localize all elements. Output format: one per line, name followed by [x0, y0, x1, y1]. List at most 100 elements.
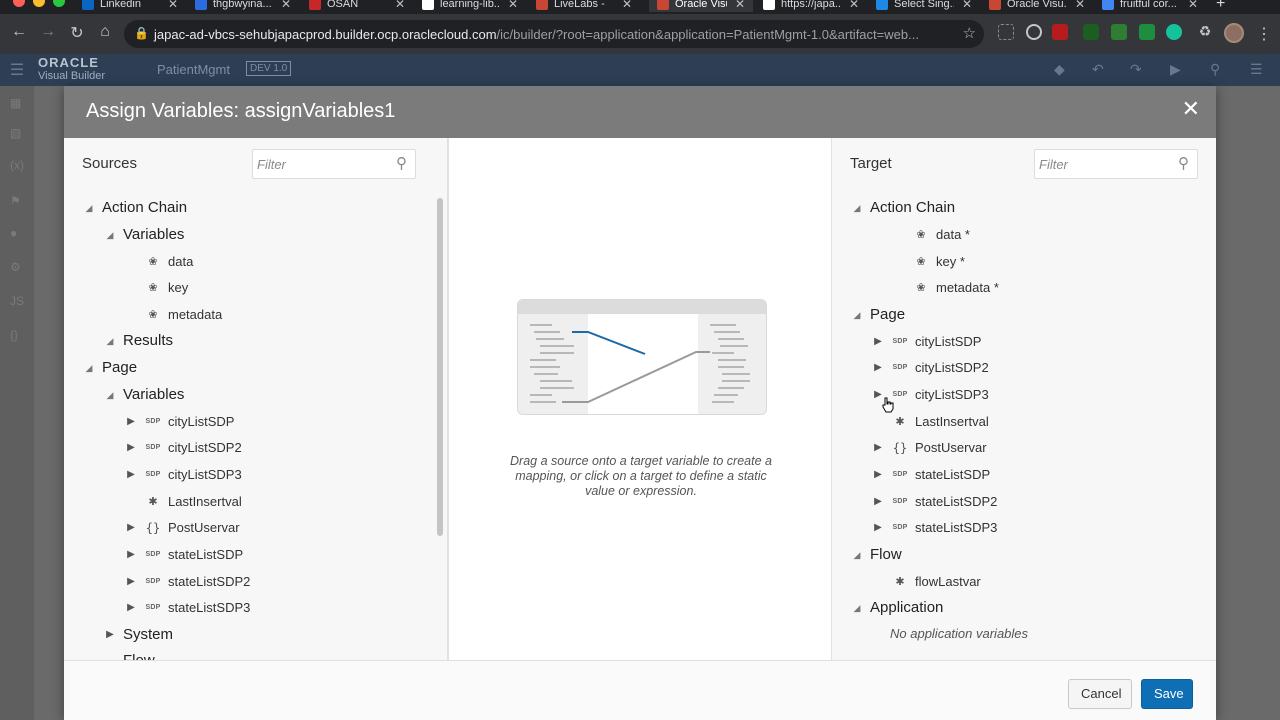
browser-tab[interactable]: https://japa... ✕ [763, 0, 859, 12]
target-filter[interactable]: ⚲ [1034, 149, 1198, 179]
sources-filter[interactable]: ⚲ [252, 149, 416, 179]
tree-item-page[interactable]: ◢ Page [850, 304, 906, 326]
zoom-window-icon[interactable] [53, 0, 65, 7]
search-icon[interactable]: ⚲ [396, 154, 407, 172]
tree-item-statelistsdp[interactable]: ▶ SDP stateListSDP [871, 464, 990, 486]
close-tab-icon[interactable]: ✕ [395, 0, 405, 11]
collapse-triangle-icon[interactable]: ◢ [82, 357, 96, 379]
tree-item-metadata[interactable]: ❀ metadata [124, 304, 222, 326]
minimize-window-icon[interactable] [33, 0, 45, 7]
browser-tab[interactable]: Oracle Visu... ✕ [649, 0, 753, 12]
deploy-icon[interactable]: ◆ [1054, 61, 1065, 78]
tree-item-application[interactable]: ◢ Application [850, 597, 944, 619]
close-icon[interactable]: ✕ [1182, 98, 1200, 120]
menu-icon[interactable]: ☰ [1250, 61, 1263, 78]
expand-triangle-icon[interactable]: ▶ [871, 517, 885, 539]
target-filter-input[interactable] [1039, 155, 1167, 173]
expand-triangle-icon[interactable]: ▶ [124, 464, 138, 486]
forward-icon[interactable]: → [37, 23, 59, 41]
components-icon[interactable]: ▧ [10, 126, 21, 140]
settings-icon[interactable]: ⚙ [10, 260, 21, 274]
close-tab-icon[interactable]: ✕ [1188, 0, 1198, 11]
tree-item-statelistsdp[interactable]: ▶ SDP stateListSDP [124, 544, 243, 566]
tree-item-postuservar[interactable]: ▶ {} PostUservar [871, 437, 986, 459]
home-icon[interactable]: ⌂ [94, 23, 116, 41]
close-tab-icon[interactable]: ✕ [962, 0, 972, 11]
tree-item-flow[interactable]: Flow [103, 650, 155, 660]
sources-scrollbar[interactable] [437, 198, 443, 536]
search-icon[interactable]: ⚲ [1210, 61, 1220, 78]
tree-item-citylistsdp2[interactable]: ▶ SDP cityListSDP2 [871, 357, 989, 379]
tree-item-statelistsdp2[interactable]: ▶ SDP stateListSDP2 [124, 571, 250, 593]
close-tab-icon[interactable]: ✕ [281, 0, 291, 11]
browser-menu-icon[interactable]: ⋮ [1256, 24, 1272, 44]
tree-item-page[interactable]: ◢ Page [82, 357, 138, 379]
browser-tab[interactable]: OSAN ✕ [309, 0, 405, 12]
run-icon[interactable]: ▶ [1170, 61, 1181, 78]
close-tab-icon[interactable]: ✕ [849, 0, 859, 11]
collapse-triangle-icon[interactable]: ◢ [850, 597, 864, 619]
tree-item-data[interactable]: ❀ data [124, 251, 193, 273]
tree-item-citylistsdp[interactable]: ▶ SDP cityListSDP [124, 411, 234, 433]
close-tab-icon[interactable]: ✕ [1075, 0, 1085, 11]
flag-icon[interactable]: ⚑ [10, 194, 21, 208]
back-icon[interactable]: ← [8, 23, 30, 41]
hamburger-menu-icon[interactable]: ☰ [6, 60, 28, 80]
browser-tab[interactable]: Oracle Visu... ✕ [989, 0, 1085, 12]
tree-item-flowlastvar[interactable]: ✱ flowLastvar [871, 571, 980, 593]
tree-item-statelistsdp2[interactable]: ▶ SDP stateListSDP2 [871, 491, 997, 513]
close-tab-icon[interactable]: ✕ [622, 0, 632, 11]
grammarly-icon[interactable] [1166, 24, 1182, 40]
expand-triangle-icon[interactable]: ▶ [871, 357, 885, 379]
expand-triangle-icon[interactable]: ▶ [871, 491, 885, 513]
tree-item-variables[interactable]: ◢ Variables [103, 224, 185, 246]
js-icon[interactable]: JS [10, 294, 24, 308]
tree-item-citylistsdp3[interactable]: ▶ SDP cityListSDP3 [124, 464, 242, 486]
json-icon[interactable]: {} [10, 328, 18, 342]
expand-triangle-icon[interactable]: ▶ [871, 331, 885, 353]
close-tab-icon[interactable]: ✕ [508, 0, 518, 11]
tree-item-flow[interactable]: ◢ Flow [850, 544, 902, 566]
collapse-triangle-icon[interactable]: ◢ [82, 197, 96, 219]
close-window-icon[interactable] [13, 0, 25, 7]
tree-item-statelistsdp3[interactable]: ▶ SDP stateListSDP3 [124, 597, 250, 619]
mendeley-extension-icon[interactable] [1052, 24, 1068, 40]
editor-extension-icon[interactable] [1111, 24, 1127, 40]
tree-item-citylistsdp2[interactable]: ▶ SDP cityListSDP2 [124, 437, 242, 459]
address-bar[interactable]: 🔒 japac-ad-vbcs-sehubjapacprod.builder.o… [124, 20, 984, 48]
browser-tab[interactable]: learning-lib... ✕ [422, 0, 518, 12]
expand-triangle-icon[interactable]: ▶ [871, 464, 885, 486]
close-tab-icon[interactable]: ✕ [735, 0, 745, 11]
expand-triangle-icon[interactable]: ▶ [124, 571, 138, 593]
expand-triangle-icon[interactable]: ▶ [124, 517, 138, 539]
collapse-triangle-icon[interactable]: ◢ [850, 544, 864, 566]
tree-item-postuservar[interactable]: ▶ {} PostUservar [124, 517, 239, 539]
collapse-triangle-icon[interactable]: ◢ [850, 197, 864, 219]
tree-item-results[interactable]: ◢ Results [103, 330, 174, 352]
extensions-puzzle-icon[interactable]: ♻ [1194, 23, 1216, 40]
tree-item-lastinsertval[interactable]: ✱ LastInsertval [871, 411, 988, 433]
browser-tab[interactable]: LiveLabs - ✕ [536, 0, 632, 12]
check-extension-icon[interactable] [1139, 24, 1155, 40]
tree-item-action-chain[interactable]: ◢ Action Chain [82, 197, 188, 219]
app-name[interactable]: PatientMgmt [157, 62, 230, 77]
tree-item-variables[interactable]: ◢ Variables [103, 384, 185, 406]
bookmark-star-icon[interactable]: ☆ [963, 24, 976, 42]
tree-item-system[interactable]: ▶ System [103, 624, 173, 646]
bell-icon[interactable]: ● [10, 226, 17, 240]
browser-tab[interactable]: Select Sing... ✕ [876, 0, 972, 12]
undo-icon[interactable]: ↶ [1092, 61, 1104, 78]
tree-item-statelistsdp3[interactable]: ▶ SDP stateListSDP3 [871, 517, 997, 539]
new-tab-icon[interactable]: + [1216, 0, 1225, 13]
browser-tab[interactable]: thgbwyina... ✕ [195, 0, 291, 12]
expand-triangle-icon[interactable]: ▶ [124, 437, 138, 459]
browser-tab[interactable]: fruitful cor... ✕ [1102, 0, 1198, 12]
tree-item-metadata[interactable]: ❀ metadata * [892, 277, 998, 299]
tree-item-key[interactable]: ❀ key * [892, 251, 965, 273]
close-tab-icon[interactable]: ✕ [168, 0, 178, 11]
expand-triangle-icon[interactable]: ▶ [124, 597, 138, 619]
pages-icon[interactable]: ▦ [10, 96, 21, 110]
collapse-triangle-icon[interactable]: ◢ [850, 304, 864, 326]
search-icon[interactable]: ⚲ [1178, 154, 1189, 172]
profile-avatar[interactable] [1224, 23, 1244, 43]
